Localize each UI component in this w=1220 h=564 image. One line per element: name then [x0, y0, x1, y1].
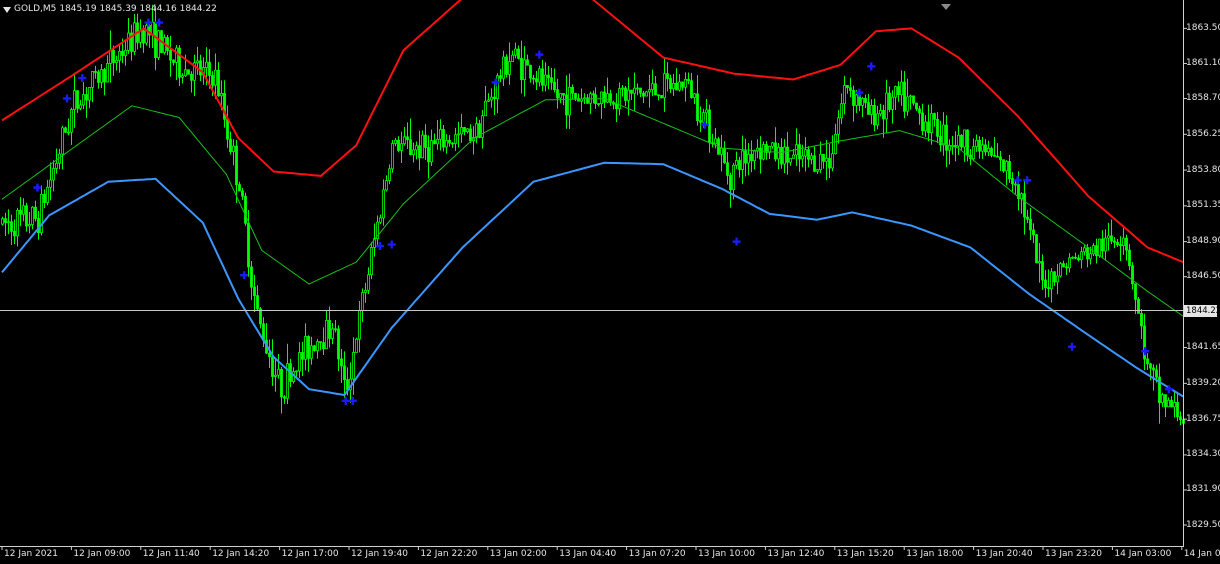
- price-tick-label: 1829.50: [1186, 519, 1220, 530]
- time-tick-label: 12 Jan 22:20: [420, 549, 478, 559]
- candle: [1059, 262, 1062, 278]
- chart-window[interactable]: GOLD,M5 1845.19 1845.39 1844.16 1844.22 …: [0, 0, 1220, 564]
- symbol-label: GOLD,M5: [14, 4, 57, 14]
- price-tick-label: 1851.35: [1186, 200, 1220, 211]
- ohlc-values: 1845.19 1845.39 1844.16 1844.22: [59, 4, 217, 14]
- price-tick-label: 1839.20: [1186, 377, 1220, 388]
- time-tick-label: 14 Jan 03:00: [1114, 549, 1172, 559]
- candle: [145, 22, 148, 46]
- candle: [391, 140, 394, 173]
- time-tick-label: 13 Jan 07:20: [628, 549, 686, 559]
- price-tick-label: 1858.70: [1186, 92, 1220, 103]
- price-tick-label: 1841.65: [1186, 342, 1220, 353]
- price-tick-label: 1853.80: [1186, 164, 1220, 175]
- candle: [244, 192, 247, 226]
- candle: [64, 126, 67, 133]
- time-tick-label: 13 Jan 20:40: [975, 549, 1033, 559]
- price-tick-label: 1861.10: [1186, 57, 1220, 68]
- price-tick-label: 1856.25: [1186, 128, 1220, 139]
- candle: [1002, 159, 1005, 173]
- current-price-tag: 1844.22: [1184, 304, 1220, 317]
- time-tick-label: 13 Jan 10:00: [698, 549, 755, 559]
- candle: [660, 95, 663, 99]
- chart-shift-marker-icon[interactable]: [941, 4, 951, 10]
- price-tick-label: 1863.50: [1186, 22, 1220, 33]
- time-tick-label: 14 Jan 05:40: [1183, 549, 1220, 559]
- time-tick-label: 12 Jan 11:40: [142, 549, 200, 559]
- time-tick-label: 13 Jan 18:00: [906, 549, 964, 559]
- time-tick-label: 13 Jan 12:40: [767, 549, 825, 559]
- time-tick-label: 12 Jan 17:00: [281, 549, 339, 559]
- price-tick-label: 1836.75: [1186, 413, 1220, 424]
- time-tick-label: 12 Jan 19:40: [351, 549, 408, 559]
- candle: [157, 30, 160, 60]
- triangle-down-icon[interactable]: [3, 6, 11, 13]
- price-tick-label: 1848.90: [1186, 236, 1220, 247]
- time-tick-label: 12 Jan 14:20: [212, 549, 270, 559]
- price-tick-label: 1831.90: [1186, 484, 1220, 495]
- candle: [505, 54, 508, 78]
- time-tick-label: 12 Jan 09:00: [73, 549, 131, 559]
- time-tick-label: 13 Jan 02:00: [489, 549, 547, 559]
- candle: [370, 242, 373, 280]
- chart-header[interactable]: GOLD,M5 1845.19 1845.39 1844.16 1844.22: [3, 3, 217, 16]
- candle: [355, 337, 358, 353]
- price-tick-label: 1834.30: [1186, 449, 1220, 460]
- time-tick-label: 13 Jan 04:40: [559, 549, 617, 559]
- candle: [990, 146, 993, 158]
- candle: [1035, 234, 1038, 264]
- candle: [645, 90, 648, 97]
- time-tick-label: 13 Jan 23:20: [1045, 549, 1102, 559]
- candle: [313, 344, 316, 352]
- candle: [1137, 297, 1140, 314]
- price-tick-label: 1846.50: [1186, 271, 1220, 282]
- time-tick-label: 12 Jan 2021: [4, 549, 58, 559]
- price-chart[interactable]: [0, 0, 1220, 564]
- time-tick-label: 13 Jan 15:20: [836, 549, 894, 559]
- candle: [187, 69, 190, 75]
